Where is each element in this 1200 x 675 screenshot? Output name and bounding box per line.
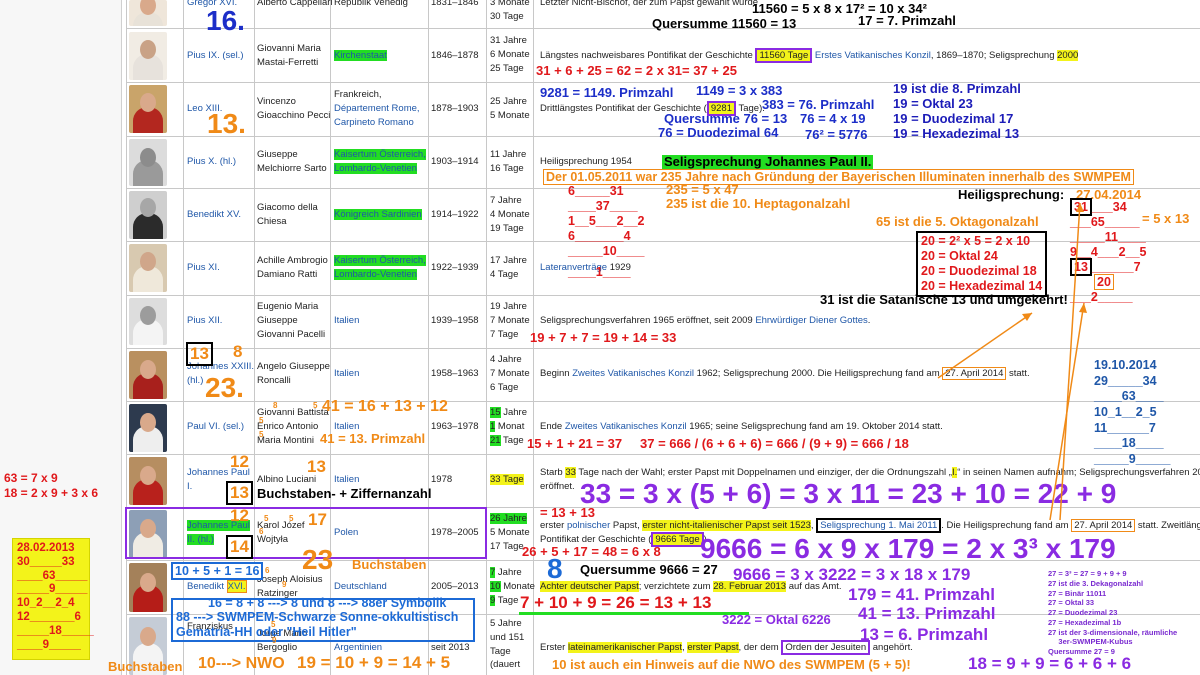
arrow-head <box>1079 303 1087 313</box>
arrow-line <box>1059 202 1081 521</box>
arrow-head <box>1022 313 1032 321</box>
arrow-overlay <box>937 202 1087 521</box>
arrow-head <box>1076 203 1084 212</box>
arrow-line <box>937 312 1033 379</box>
